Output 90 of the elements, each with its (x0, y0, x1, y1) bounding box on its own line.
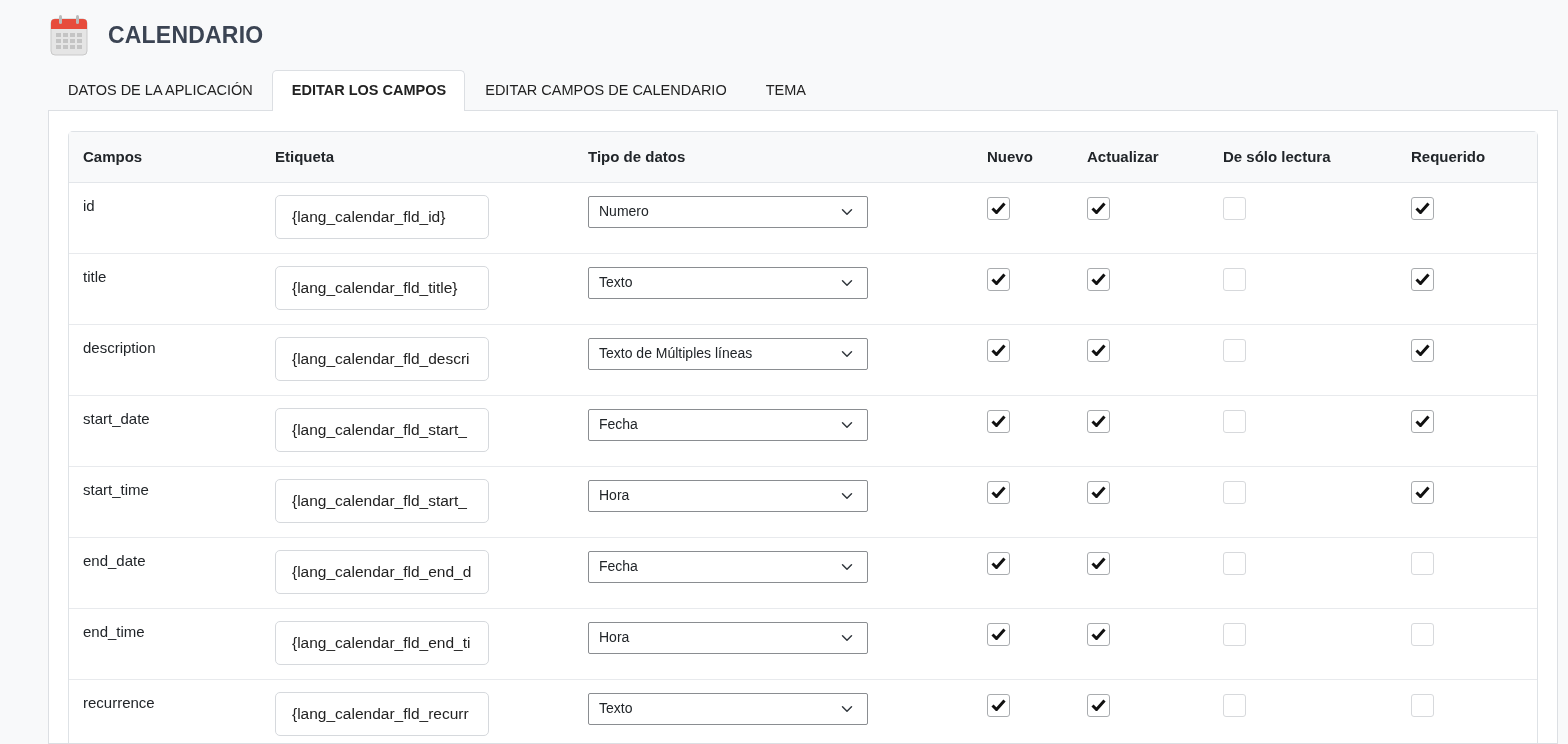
check-icon (1091, 273, 1106, 286)
check-icon (1415, 202, 1430, 215)
label-input-field[interactable]: {lang_calendar_fld_start_ (275, 407, 489, 452)
data-type-dropdown[interactable]: Hora (588, 479, 868, 512)
check-icon (1415, 415, 1430, 428)
check-icon (991, 628, 1006, 641)
check-icon (1091, 415, 1106, 428)
column-header: Campos (83, 147, 143, 165)
checkbox[interactable] (1411, 196, 1434, 220)
checkbox[interactable] (1223, 338, 1246, 362)
field-name: recurrence (83, 693, 155, 711)
checkbox[interactable] (1411, 409, 1434, 433)
data-type-dropdown[interactable]: Fecha (588, 408, 868, 441)
check-icon (1091, 202, 1106, 215)
checkbox[interactable] (987, 196, 1010, 220)
data-type-dropdown[interactable]: Numero (588, 195, 868, 228)
checkbox[interactable] (1223, 196, 1246, 220)
page-title: CALENDARIO (108, 20, 264, 50)
data-type-dropdown[interactable]: Texto de Múltiples líneas (588, 337, 868, 370)
check-icon (1415, 344, 1430, 357)
checkbox[interactable] (987, 409, 1010, 433)
tab[interactable]: EDITAR CAMPOS DE CALENDARIO (465, 70, 746, 111)
column-header: Actualizar (1087, 147, 1159, 165)
check-icon (991, 202, 1006, 215)
checkbox[interactable] (1223, 480, 1246, 504)
checkbox[interactable] (987, 480, 1010, 504)
checkbox[interactable] (1411, 622, 1434, 646)
checkbox[interactable] (1087, 480, 1110, 504)
checkbox[interactable] (1223, 622, 1246, 646)
checkbox[interactable] (1411, 693, 1434, 717)
check-icon (991, 344, 1006, 357)
label-input-field[interactable]: {lang_calendar_fld_start_ (275, 478, 489, 523)
check-icon (991, 273, 1006, 286)
label-input-field[interactable]: {lang_calendar_fld_id} (275, 194, 489, 239)
field-name: id (83, 196, 95, 214)
checkbox[interactable] (1223, 551, 1246, 575)
column-header: Requerido (1411, 147, 1486, 165)
check-icon (1091, 699, 1106, 712)
column-header: Etiqueta (275, 147, 335, 165)
checkbox[interactable] (1087, 622, 1110, 646)
check-icon (1091, 486, 1106, 499)
checkbox[interactable] (987, 622, 1010, 646)
label-input-field[interactable]: {lang_calendar_fld_end_d (275, 549, 489, 594)
label-input-field[interactable]: {lang_calendar_fld_end_ti (275, 620, 489, 665)
check-icon (1415, 273, 1430, 286)
checkbox[interactable] (1223, 267, 1246, 291)
checkbox[interactable] (987, 693, 1010, 717)
field-name: start_date (83, 409, 150, 427)
label-input-field[interactable]: {lang_calendar_fld_descri (275, 336, 489, 381)
check-icon (991, 699, 1006, 712)
tab[interactable]: DATOS DE LA APLICACIÓN (48, 70, 272, 111)
label-input-field[interactable]: {lang_calendar_fld_recurr (275, 691, 489, 736)
checkbox[interactable] (1087, 409, 1110, 433)
checkbox[interactable] (1411, 338, 1434, 362)
column-header: Tipo de datos (588, 147, 686, 165)
tab[interactable]: EDITAR LOS CAMPOS (271, 70, 466, 111)
field-name: start_time (83, 480, 149, 498)
checkbox[interactable] (1087, 693, 1110, 717)
data-type-dropdown[interactable]: Fecha (588, 550, 868, 583)
label-input-field[interactable]: {lang_calendar_fld_title} (275, 265, 489, 310)
checkbox[interactable] (1087, 196, 1110, 220)
checkbox[interactable] (987, 551, 1010, 575)
check-icon (991, 415, 1006, 428)
column-header: Nuevo (987, 147, 1033, 165)
check-icon (1415, 486, 1430, 499)
check-icon (1091, 557, 1106, 570)
checkbox[interactable] (987, 267, 1010, 291)
data-type-dropdown[interactable]: Texto (588, 692, 868, 725)
calendar-icon (50, 14, 88, 56)
field-name: end_date (83, 551, 146, 569)
check-icon (1091, 628, 1106, 641)
check-icon (991, 557, 1006, 570)
checkbox[interactable] (1087, 267, 1110, 291)
checkbox[interactable] (1087, 551, 1110, 575)
column-header: De sólo lectura (1223, 147, 1331, 165)
field-name: end_time (83, 622, 145, 640)
checkbox[interactable] (987, 338, 1010, 362)
data-type-dropdown[interactable]: Texto (588, 266, 868, 299)
checkbox[interactable] (1087, 338, 1110, 362)
check-icon (1091, 344, 1106, 357)
checkbox[interactable] (1411, 551, 1434, 575)
check-icon (991, 486, 1006, 499)
checkbox[interactable] (1223, 693, 1246, 717)
checkbox[interactable] (1223, 409, 1246, 433)
field-name: description (83, 338, 156, 356)
field-name: title (83, 267, 107, 285)
data-type-dropdown[interactable]: Hora (588, 621, 868, 654)
tab[interactable]: TEMA (745, 70, 825, 111)
checkbox[interactable] (1411, 480, 1434, 504)
checkbox[interactable] (1411, 267, 1434, 291)
